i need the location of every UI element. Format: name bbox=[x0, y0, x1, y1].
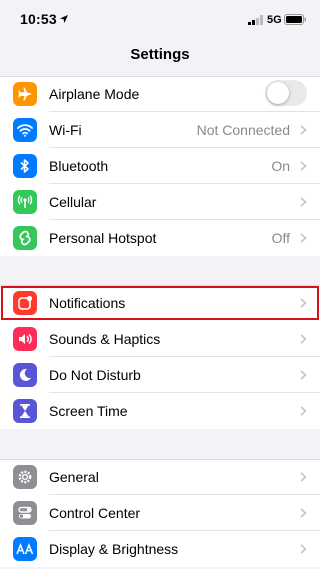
settings-row-label: Do Not Disturb bbox=[49, 367, 141, 383]
chevron-right-icon bbox=[300, 406, 307, 416]
hourglass-icon bbox=[13, 399, 37, 423]
chevron-right-icon bbox=[300, 508, 307, 518]
settings-row-label: Personal Hotspot bbox=[49, 230, 157, 246]
chevron-right-icon bbox=[300, 544, 307, 554]
airplane-icon bbox=[13, 82, 37, 106]
chevron-right-icon bbox=[300, 370, 307, 380]
settings-row-bluetooth[interactable]: Bluetooth On bbox=[0, 148, 320, 184]
settings-row-airplane-mode[interactable]: Airplane Mode bbox=[0, 76, 320, 112]
wifi-icon bbox=[13, 118, 37, 142]
airplane-mode-toggle[interactable] bbox=[265, 80, 307, 106]
settings-row-do-not-disturb[interactable]: Do Not Disturb bbox=[0, 357, 320, 393]
settings-row-control-center[interactable]: Control Center bbox=[0, 495, 320, 531]
moon-icon bbox=[13, 363, 37, 387]
settings-row-label: Cellular bbox=[49, 194, 97, 210]
settings-row-wifi[interactable]: Wi-Fi Not Connected bbox=[0, 112, 320, 148]
hotspot-status-value: Off bbox=[271, 230, 290, 246]
chevron-right-icon bbox=[300, 161, 307, 171]
page-title: Settings bbox=[130, 46, 190, 63]
settings-group-notifications: Notifications Sounds & Haptics Do Not Di… bbox=[0, 285, 320, 429]
settings-row-label: General bbox=[49, 469, 99, 485]
settings-row-display-brightness[interactable]: Display & Brightness bbox=[0, 531, 320, 567]
chevron-right-icon bbox=[300, 233, 307, 243]
settings-row-label: Bluetooth bbox=[49, 158, 109, 174]
chevron-right-icon bbox=[300, 472, 307, 482]
network-type: 5G bbox=[267, 14, 282, 26]
chevron-right-icon bbox=[300, 334, 307, 344]
chevron-right-icon bbox=[300, 197, 307, 207]
chevron-right-icon bbox=[300, 125, 307, 135]
settings-row-general[interactable]: General bbox=[0, 459, 320, 495]
settings-row-label: Screen Time bbox=[49, 403, 128, 419]
settings-row-label: Sounds & Haptics bbox=[49, 331, 161, 347]
settings-row-personal-hotspot[interactable]: Personal Hotspot Off bbox=[0, 220, 320, 256]
settings-row-sounds-haptics[interactable]: Sounds & Haptics bbox=[0, 321, 320, 357]
settings-row-label: Airplane Mode bbox=[49, 86, 140, 102]
battery-icon bbox=[284, 14, 306, 25]
settings-row-label: Notifications bbox=[49, 295, 126, 311]
settings-row-notifications[interactable]: Notifications bbox=[0, 285, 320, 321]
hotspot-link-icon bbox=[13, 226, 37, 250]
settings-group-general: General Control Center Display & Brightn… bbox=[0, 459, 320, 567]
settings-row-label: Control Center bbox=[49, 505, 141, 521]
wifi-status-value: Not Connected bbox=[196, 122, 290, 138]
status-bar: 10:53 5G bbox=[0, 0, 320, 38]
settings-row-label: Display & Brightness bbox=[49, 541, 179, 557]
settings-row-label: Wi-Fi bbox=[49, 122, 82, 138]
status-time: 10:53 bbox=[20, 11, 57, 27]
bluetooth-icon bbox=[13, 154, 37, 178]
notifications-icon bbox=[13, 291, 37, 315]
settings-group-connectivity: Airplane Mode Wi-Fi Not Connected Blueto… bbox=[0, 76, 320, 256]
chevron-right-icon bbox=[300, 298, 307, 308]
location-arrow-icon bbox=[60, 15, 68, 23]
speaker-icon bbox=[13, 327, 37, 351]
cellular-antenna-icon bbox=[13, 190, 37, 214]
text-size-icon bbox=[13, 537, 37, 561]
toggles-icon bbox=[13, 501, 37, 525]
gear-icon bbox=[13, 465, 37, 489]
signal-bars-icon bbox=[248, 15, 263, 25]
settings-row-cellular[interactable]: Cellular bbox=[0, 184, 320, 220]
settings-row-screen-time[interactable]: Screen Time bbox=[0, 393, 320, 429]
bluetooth-status-value: On bbox=[271, 158, 290, 174]
